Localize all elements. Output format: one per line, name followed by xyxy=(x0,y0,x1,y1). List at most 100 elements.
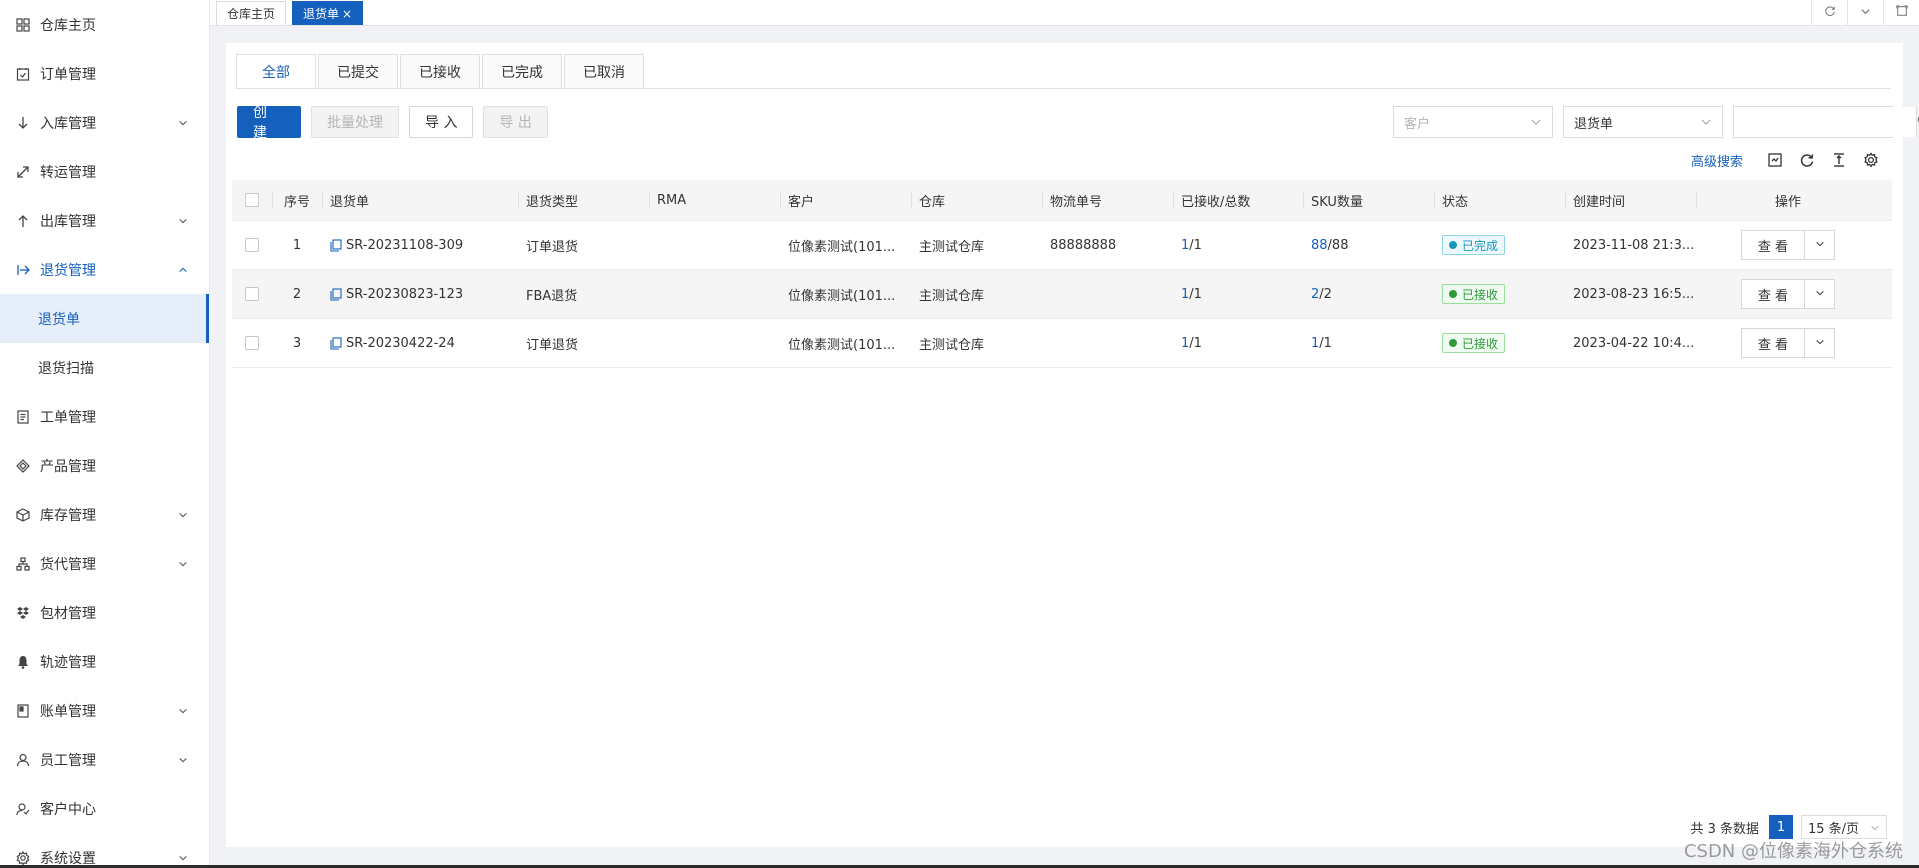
import-button[interactable]: 导 入 xyxy=(409,106,474,138)
close-icon[interactable]: × xyxy=(342,7,352,21)
tab-cancelled[interactable]: 已取消 xyxy=(564,54,644,89)
sidebar-item-packaging[interactable]: 包材管理 xyxy=(0,588,209,637)
sidebar-item-customers[interactable]: 客户中心 xyxy=(0,784,209,833)
sidebar-item-return-orders[interactable]: 退货单 xyxy=(0,294,209,343)
row-return-no[interactable]: SR-20231108-309 xyxy=(346,238,463,253)
row-sku-cell: 2 /2 xyxy=(1303,270,1434,318)
refresh-icon[interactable] xyxy=(1797,150,1817,170)
header-rma: RMA xyxy=(649,180,780,220)
row-tracking: 88888888 xyxy=(1050,237,1117,253)
more-actions-button[interactable] xyxy=(1805,279,1835,309)
package-icon xyxy=(15,605,31,621)
row-seq: 3 xyxy=(292,335,302,351)
ticket-icon xyxy=(15,409,31,425)
row-return-no[interactable]: SR-20230422-24 xyxy=(346,336,455,351)
header-status: 状态 xyxy=(1434,180,1565,220)
row-sku-count[interactable]: 88 xyxy=(1311,238,1328,253)
export-button[interactable]: 导 出 xyxy=(483,106,548,138)
row-received-total: /1 xyxy=(1189,335,1202,351)
gear-icon xyxy=(15,850,31,866)
refresh-tab-button[interactable] xyxy=(1811,0,1847,26)
row-sku-cell: 1 /1 xyxy=(1303,319,1434,367)
sidebar-item-tracking[interactable]: 轨迹管理 xyxy=(0,637,209,686)
advanced-search-toggle-icon[interactable] xyxy=(1765,150,1785,170)
view-button[interactable]: 查 看 xyxy=(1741,230,1805,260)
chevron-down-icon xyxy=(1815,336,1825,351)
fullscreen-button[interactable] xyxy=(1883,0,1919,26)
column-height-icon[interactable] xyxy=(1829,150,1849,170)
sidebar-item-transfer[interactable]: 转运管理 xyxy=(0,147,209,196)
status-dot xyxy=(1449,290,1457,298)
more-actions-button[interactable] xyxy=(1805,230,1835,260)
row-warehouse: 主测试仓库 xyxy=(919,337,985,353)
return-icon xyxy=(15,262,31,278)
header-customer: 客户 xyxy=(780,180,911,220)
create-button[interactable]: 创 建 xyxy=(237,105,301,141)
table-tools: 高级搜索 xyxy=(1691,150,1881,170)
tab-completed[interactable]: 已完成 xyxy=(482,54,562,89)
row-return-no[interactable]: SR-20230823-123 xyxy=(346,287,463,302)
row-received-count[interactable]: 1 xyxy=(1181,287,1189,302)
row-seq: 2 xyxy=(292,286,302,302)
row-sku-count[interactable]: 1 xyxy=(1311,336,1319,351)
customer-select[interactable]: 客户 xyxy=(1393,106,1553,138)
row-received-count[interactable]: 1 xyxy=(1181,238,1189,253)
sidebar-item-billing[interactable]: 账单管理 xyxy=(0,686,209,735)
search-input[interactable] xyxy=(1734,107,1916,137)
sidebar-item-tickets[interactable]: 工单管理 xyxy=(0,392,209,441)
row-checkbox[interactable] xyxy=(245,336,259,350)
tab-submitted[interactable]: 已提交 xyxy=(318,54,398,89)
row-warehouse: 主测试仓库 xyxy=(919,288,985,304)
row-customer: 位像素测试(101... xyxy=(788,337,896,353)
select-all-checkbox[interactable] xyxy=(245,193,259,207)
row-checkbox-cell xyxy=(232,319,272,367)
sidebar-item-returns[interactable]: 退货管理 xyxy=(0,245,209,294)
sidebar-item-orders[interactable]: 订单管理 xyxy=(0,49,209,98)
sidebar-item-label: 转运管理 xyxy=(40,164,96,181)
page-number-button[interactable]: 1 xyxy=(1769,815,1793,839)
sidebar-item-staff[interactable]: 员工管理 xyxy=(0,735,209,784)
status-text: 已完成 xyxy=(1462,238,1499,253)
status-badge: 已接收 xyxy=(1442,333,1506,353)
page-tab-return-orders[interactable]: 退货单 × xyxy=(292,1,364,25)
tab-received[interactable]: 已接收 xyxy=(400,54,480,89)
header-return-type: 退货类型 xyxy=(518,180,649,220)
row-checkbox[interactable] xyxy=(245,287,259,301)
settings-icon[interactable] xyxy=(1861,150,1881,170)
sidebar-item-forwarders[interactable]: 货代管理 xyxy=(0,539,209,588)
chevron-down-icon xyxy=(177,852,189,864)
row-sku-total: /88 xyxy=(1327,237,1349,253)
sidebar-item-products[interactable]: 产品管理 xyxy=(0,441,209,490)
row-checkbox[interactable] xyxy=(245,238,259,252)
sidebar-item-inbound[interactable]: 入库管理 xyxy=(0,98,209,147)
refresh-icon xyxy=(1824,5,1836,21)
chevron-down-icon xyxy=(177,558,189,570)
doc-type-select[interactable]: 退货单 xyxy=(1563,106,1723,138)
sidebar-item-label: 出库管理 xyxy=(40,213,96,230)
row-received-count[interactable]: 1 xyxy=(1181,336,1189,351)
sidebar-item-label: 退货单 xyxy=(38,311,80,328)
sidebar-item-warehouse-home[interactable]: 仓库主页 xyxy=(0,0,209,49)
more-actions-button[interactable] xyxy=(1805,328,1835,358)
batch-process-button[interactable]: 批量处理 xyxy=(311,106,399,138)
view-button[interactable]: 查 看 xyxy=(1741,328,1805,358)
row-customer: 位像素测试(101... xyxy=(788,288,896,304)
select-all-cell xyxy=(232,180,272,220)
doc-type-select-value: 退货单 xyxy=(1574,116,1614,132)
view-button[interactable]: 查 看 xyxy=(1741,279,1805,309)
sidebar-item-outbound[interactable]: 出库管理 xyxy=(0,196,209,245)
advanced-search-link[interactable]: 高级搜索 xyxy=(1691,151,1743,170)
row-sku-count[interactable]: 2 xyxy=(1311,287,1319,302)
row-received-total: /1 xyxy=(1189,237,1202,253)
document-icon xyxy=(330,238,342,252)
tab-all[interactable]: 全部 xyxy=(236,54,316,89)
row-sku-total: /1 xyxy=(1319,335,1332,351)
page-tab-home[interactable]: 仓库主页 xyxy=(216,1,287,25)
tabs-menu-button[interactable] xyxy=(1847,0,1883,26)
page-size-select[interactable]: 15 条/页 xyxy=(1801,815,1887,839)
sidebar-item-return-scan[interactable]: 退货扫描 xyxy=(0,343,209,392)
sidebar-item-inventory[interactable]: 库存管理 xyxy=(0,490,209,539)
row-checkbox-cell xyxy=(232,221,272,269)
row-sku-total: /2 xyxy=(1319,286,1332,302)
sidebar-item-settings[interactable]: 系统设置 xyxy=(0,833,209,868)
